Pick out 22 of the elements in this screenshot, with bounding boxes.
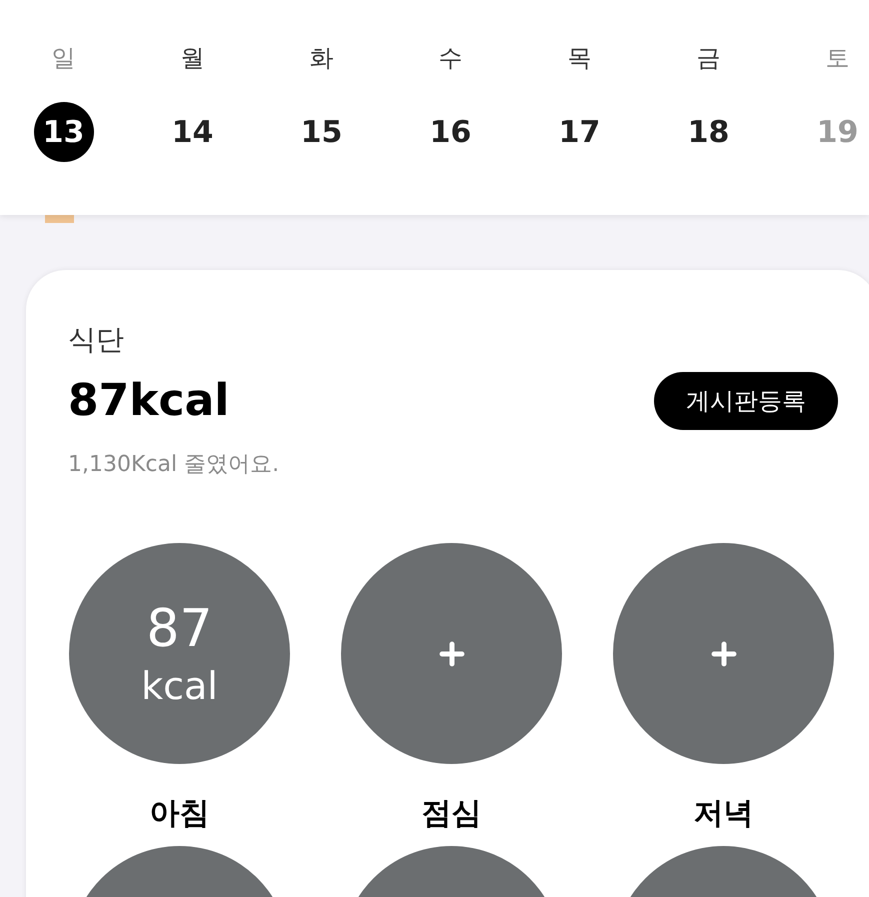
weekday-label: 화 [310,43,334,74]
total-calories: 87kcal [68,374,230,428]
date-button[interactable]: 14 [162,102,222,162]
weekday-label: 금 [696,43,720,74]
weekday-label: 토 [826,43,850,74]
date-button[interactable]: 17 [550,102,610,162]
date-button[interactable]: 15 [292,102,352,162]
legend-swatch [45,215,74,223]
meal-label: 아침 [150,795,210,833]
weekday-label: 월 [180,43,204,74]
meal-label: 저녁 [694,795,754,833]
card-title: 식단 [68,322,124,358]
date-button[interactable]: 13 [34,102,94,162]
weekday-label: 일 [52,43,76,74]
meal-calories-button[interactable]: 87 kcal [69,543,290,764]
post-button[interactable]: 게시판등록 [654,372,838,430]
date-button[interactable]: 18 [678,102,738,162]
weekday-label: 목 [568,43,592,74]
weekday-label: 수 [438,43,462,74]
date-button[interactable]: 16 [420,102,480,162]
calorie-note: 1,130Kcal 줄였어요. [68,451,280,479]
meal-label: 점심 [422,795,482,833]
